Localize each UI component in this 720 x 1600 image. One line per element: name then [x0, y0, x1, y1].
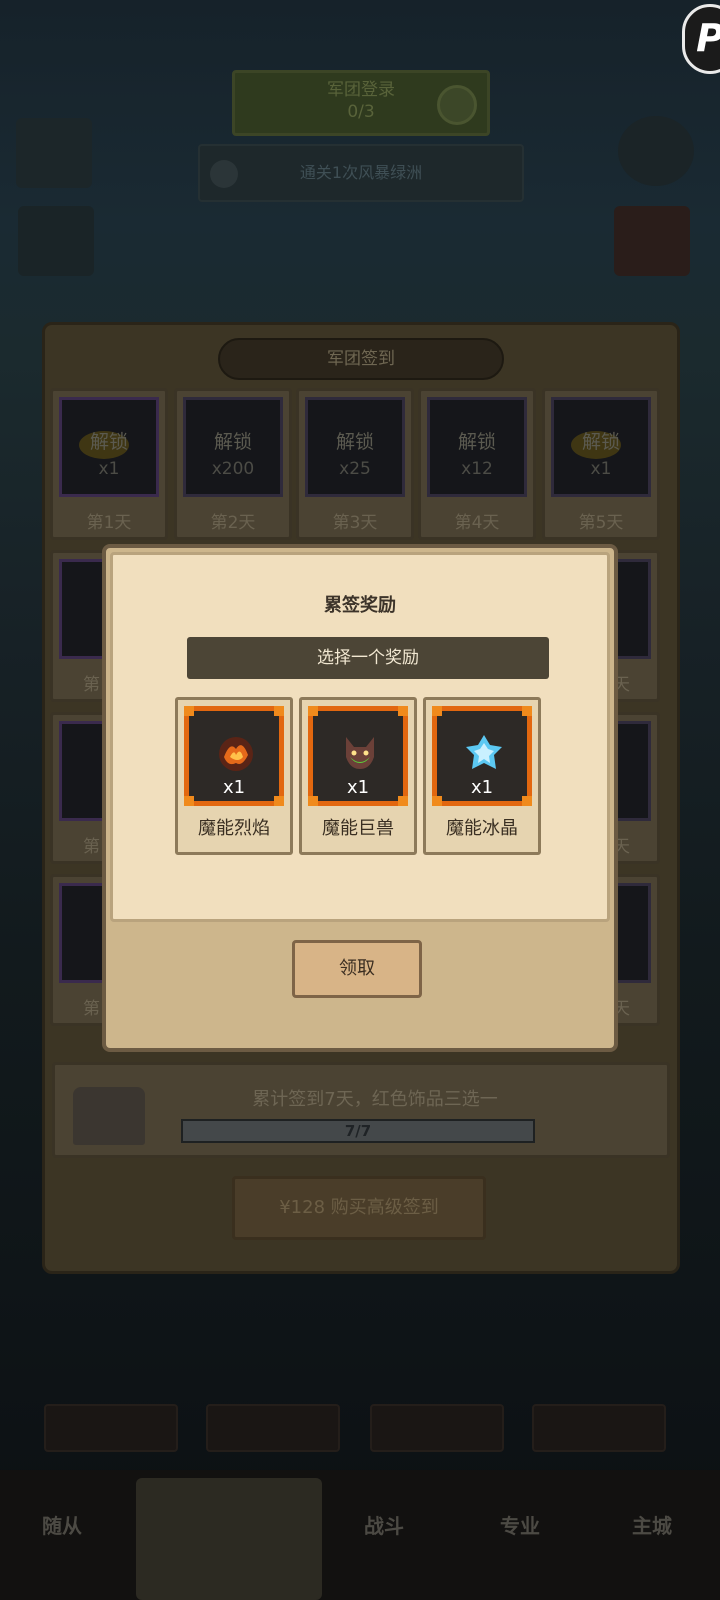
- reward-name: 魔能冰晶: [446, 818, 518, 839]
- claim-button[interactable]: 领取: [292, 940, 422, 998]
- day-label: 第4天: [454, 513, 500, 533]
- frame-corner: [308, 706, 318, 716]
- ice-crystal-icon: [466, 735, 502, 769]
- scroll-icon: [16, 118, 92, 188]
- quest-button: 军团登录 0/3: [232, 70, 490, 136]
- reward-name: 魔能巨兽: [322, 818, 394, 839]
- reward-option-flame[interactable]: x1 魔能烈焰: [175, 697, 293, 855]
- reward-qty: x1: [346, 777, 370, 798]
- day-card-3: 解锁 x25 第3天: [296, 388, 414, 540]
- reward-option-beast[interactable]: x1 魔能巨兽: [299, 697, 417, 855]
- frame-corner: [432, 706, 442, 716]
- tab-4: [532, 1404, 666, 1452]
- panel-title: 军团签到: [218, 338, 504, 380]
- day-qty: x12: [461, 459, 493, 479]
- day-card-5: 解锁 x1 第5天: [542, 388, 660, 540]
- day-card-2: 解锁 x200 第2天: [174, 388, 292, 540]
- day-label: 第5天: [578, 513, 624, 533]
- book-icon: [614, 206, 690, 276]
- reward-qty: x1: [222, 777, 246, 798]
- progress-bar: 7/7: [181, 1119, 535, 1143]
- day-lock: 解锁: [581, 431, 620, 453]
- day-lock: 解锁: [457, 431, 496, 453]
- day-qty: x25: [339, 459, 371, 479]
- tab-3: [370, 1404, 504, 1452]
- day-card-4: 解锁 x12 第4天: [418, 388, 536, 540]
- reward-frame: x1: [184, 706, 284, 806]
- tab-1: [44, 1404, 178, 1452]
- day-qty: x1: [590, 459, 612, 479]
- buy-premium-button: ¥128 购买高级签到: [232, 1176, 486, 1240]
- chest-icon: [73, 1087, 145, 1145]
- dialog-title: 累签奖励: [324, 595, 396, 616]
- dialog-paper: 累签奖励 选择一个奖励 x1 魔能烈焰 x1 魔能巨兽 x1 魔能冰晶: [110, 552, 610, 922]
- beast-head-icon: [346, 737, 374, 769]
- cumulative-text: 累计签到7天，红色饰品三选一: [252, 1089, 498, 1110]
- progress-text: 7/7: [344, 1122, 372, 1140]
- day-label: 第3天: [332, 513, 378, 533]
- frame-corner: [274, 706, 284, 716]
- cumulative-reward-box: 累计签到7天，红色饰品三选一 7/7: [52, 1062, 670, 1158]
- day-lock: 解锁: [335, 431, 374, 453]
- reward-name: 魔能烈焰: [198, 818, 270, 839]
- day-label: 第1天: [86, 513, 132, 533]
- frame-corner: [184, 706, 194, 716]
- nav-main-city: 主城: [632, 1514, 672, 1538]
- task-dot-icon: [210, 160, 238, 188]
- frame-corner: [398, 706, 408, 716]
- shield-icon: [18, 206, 94, 276]
- gear-icon: [618, 116, 694, 186]
- tab-2: [206, 1404, 340, 1452]
- nav-followers: 随从: [42, 1514, 82, 1538]
- day-lock: 解锁: [213, 431, 252, 453]
- day-lock: 解锁: [89, 431, 128, 453]
- nav-profession: 专业: [500, 1514, 540, 1538]
- app-logo-icon: P: [682, 4, 720, 74]
- day-card-1: 解锁 x1 第1天: [50, 388, 168, 540]
- task-text: 通关1次风暴绿洲: [299, 163, 423, 182]
- task-bar: 通关1次风暴绿洲: [198, 144, 524, 202]
- nav-battle: 战斗: [364, 1514, 404, 1538]
- nav-equip: [136, 1478, 322, 1600]
- quest-go-icon: [437, 85, 477, 125]
- reward-frame: x1: [308, 706, 408, 806]
- frame-corner: [522, 706, 532, 716]
- day-label: 第2天: [210, 513, 256, 533]
- dialog-subtitle: 选择一个奖励: [187, 637, 549, 679]
- day-qty: x1: [98, 459, 120, 479]
- flame-orb-icon: [219, 737, 253, 771]
- reward-option-ice[interactable]: x1 魔能冰晶: [423, 697, 541, 855]
- reward-frame: x1: [432, 706, 532, 806]
- day-qty: x200: [211, 459, 255, 479]
- reward-qty: x1: [470, 777, 494, 798]
- bottom-nav: [0, 1470, 720, 1600]
